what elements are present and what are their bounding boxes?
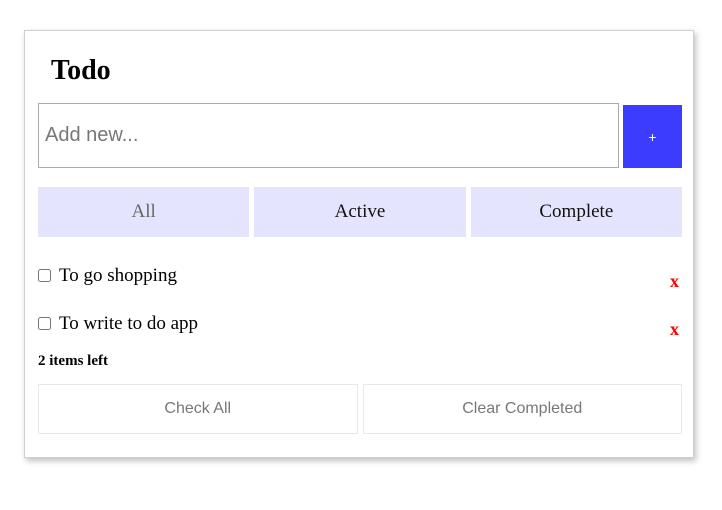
filter-all-button[interactable]: All (38, 187, 250, 237)
filter-complete-button[interactable]: Complete (470, 187, 682, 237)
add-todo-button[interactable]: + (623, 105, 682, 168)
delete-todo-button[interactable]: x (670, 272, 679, 290)
todo-checkbox[interactable] (38, 269, 51, 282)
todo-checkbox[interactable] (38, 317, 51, 330)
app-title: Todo (51, 55, 111, 86)
check-all-button[interactable]: Check All (38, 384, 358, 434)
new-todo-input[interactable] (38, 103, 619, 168)
todo-list: To go shopping x To write to do app x (38, 263, 682, 359)
filter-active-button[interactable]: Active (254, 187, 466, 237)
todo-card: Todo + All Active Complete To go shoppin… (24, 30, 694, 458)
footer-actions: Check All Clear Completed (38, 384, 682, 434)
todo-label: To write to do app (59, 313, 199, 334)
todo-item: To go shopping x (38, 263, 682, 311)
todo-item: To write to do app x (38, 311, 682, 359)
filter-bar: All Active Complete (38, 187, 682, 237)
items-left-counter: 2 items left (38, 353, 108, 369)
delete-todo-button[interactable]: x (670, 320, 679, 338)
todo-label: To go shopping (59, 265, 177, 286)
clear-completed-button[interactable]: Clear Completed (362, 384, 682, 434)
